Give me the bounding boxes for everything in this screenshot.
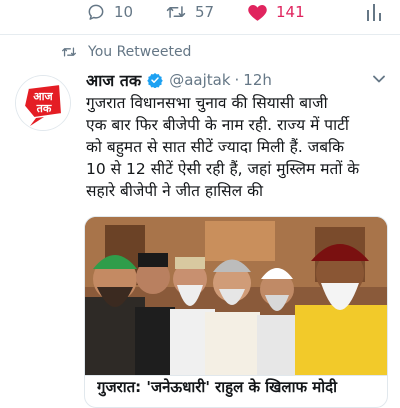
heart-icon [248,5,267,21]
display-name[interactable]: आज तक [86,69,141,91]
reply-button[interactable]: 10 [86,2,133,22]
reply-count: 10 [114,3,134,21]
reply-bubble-icon [88,4,104,20]
tweet-text: गुजरात विधानसभा चुनाव की सियासी बाजी एक … [86,94,360,200]
separator-dot: · [234,71,240,89]
card-separator [85,375,387,376]
user-handle[interactable]: @aajtak [169,71,230,89]
aajtak-logo-icon: आज तक [16,76,70,130]
card-title: गुजरात: 'जनेऊधारी' राहुल के खिलाफ मोदी [97,378,337,396]
link-card[interactable]: गुजरात: 'जनेऊधारी' राहुल के खिलाफ मोदी [84,216,388,408]
retweet-count: 57 [195,3,215,21]
avatar[interactable]: आज तक [16,76,70,130]
analytics-button[interactable] [366,2,382,22]
like-button[interactable]: 141 [247,2,305,22]
tweet-time[interactable]: 12h [243,71,272,89]
verified-badge-icon [147,73,163,88]
retweet-button[interactable]: 57 [165,2,214,22]
tweet-divider [0,34,400,35]
retweet-icon [166,6,186,18]
retweet-icon [62,47,76,57]
card-photo [85,217,387,375]
analytics-bars-icon [367,4,381,21]
tweet-action-bar: 10 57 141 [0,0,400,30]
tweet-header: आज तक @aajtak · 12h [86,68,386,92]
retweet-context[interactable]: You Retweeted [60,44,191,60]
like-count: 141 [276,3,305,21]
svg-text:तक: तक [36,102,52,115]
chevron-down-icon[interactable] [372,72,386,86]
retweet-context-label: You Retweeted [88,44,192,60]
